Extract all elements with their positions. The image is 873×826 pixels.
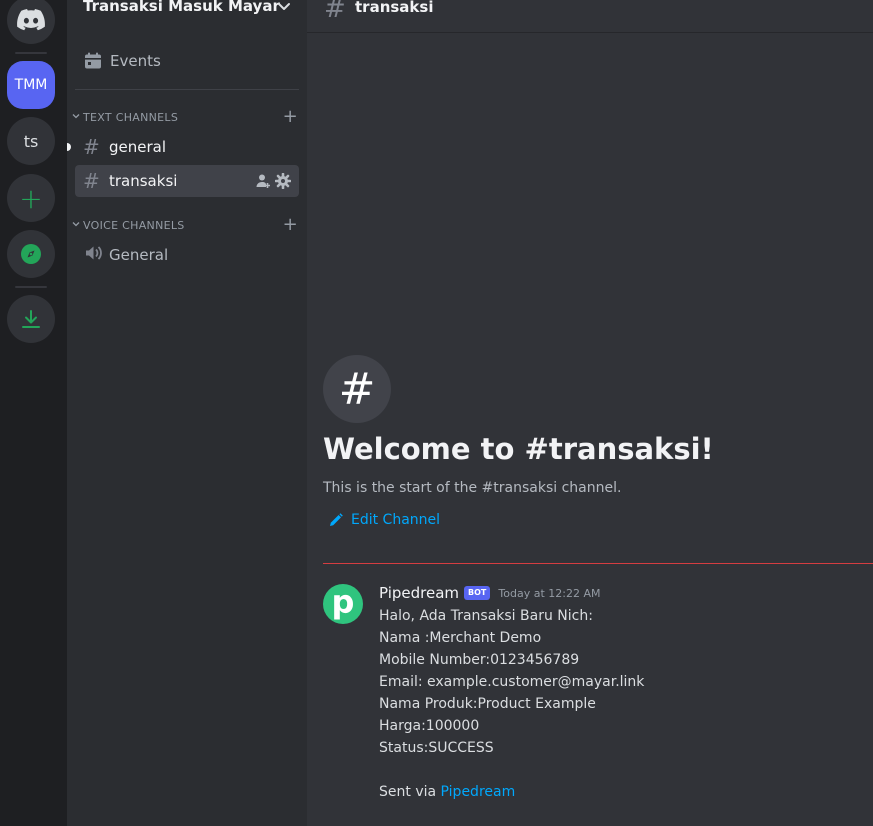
chevron-down-icon (278, 3, 290, 10)
sidebar-divider (75, 89, 299, 90)
plus-icon: + (19, 181, 43, 215)
hash-icon: # (324, 0, 346, 24)
message-line: Halo, Ada Transaksi Baru Nich: (379, 608, 593, 624)
message-line: Status:SUCCESS (379, 740, 494, 756)
channel-label: transaksi (109, 172, 178, 190)
sidebar-item-general[interactable]: # general (67, 131, 299, 163)
bot-badge: BOT (464, 586, 491, 600)
sidebar-item-voice-general[interactable]: General (75, 239, 299, 271)
message-line: Email: example.customer@mayar.link (379, 674, 645, 690)
speaker-icon (83, 243, 109, 268)
avatar[interactable]: p (323, 584, 363, 624)
footer-prefix: Sent via (379, 784, 441, 800)
category-voice-channels[interactable]: VOICE CHANNELS + (67, 216, 307, 234)
download-apps-button[interactable] (7, 295, 55, 343)
explore-servers-button[interactable] (7, 230, 55, 278)
channel-label: General (109, 246, 169, 264)
avatar-letter: p (331, 583, 355, 621)
server-icon-tmm[interactable]: TMM (7, 61, 55, 109)
channel-label: general (109, 138, 167, 156)
welcome-title: Welcome to #transaksi! (323, 432, 714, 466)
message-body: Halo, Ada Transaksi Baru Nich: Nama :Mer… (379, 605, 644, 759)
chat-area: # transaksi # Welcome to #transaksi! Thi… (307, 0, 873, 826)
channel-hash-badge: # (323, 355, 391, 423)
message-header: Pipedream BOT Today at 12:22 AM (379, 584, 600, 602)
hash-icon: # (83, 135, 100, 159)
rail-divider (15, 52, 47, 54)
server-header[interactable]: Transaksi Masuk Mayar (67, 0, 307, 20)
message-line: Harga:100000 (379, 718, 480, 734)
category-label: TEXT CHANNELS (83, 111, 179, 124)
server-rail: TMM ts + (0, 0, 67, 826)
hash-icon: # (338, 363, 376, 415)
server-name: Transaksi Masuk Mayar (83, 0, 280, 15)
compass-icon (21, 244, 41, 264)
server-icon-ts[interactable]: ts (7, 117, 55, 165)
channel-title: transaksi (355, 0, 434, 16)
invite-user-icon[interactable] (255, 173, 271, 189)
server-label: TMM (14, 77, 48, 93)
gear-icon[interactable] (275, 173, 291, 189)
download-icon (22, 310, 40, 328)
new-messages-divider (323, 563, 873, 564)
chevron-down-icon (72, 222, 80, 227)
edit-channel-link[interactable]: Edit Channel (329, 512, 440, 528)
events-label: Events (110, 52, 161, 70)
message-line: Nama :Merchant Demo (379, 630, 542, 646)
events-item[interactable]: Events (75, 45, 299, 77)
category-text-channels[interactable]: TEXT CHANNELS + (67, 108, 307, 126)
channel-header: # transaksi (307, 0, 873, 33)
add-server-button[interactable]: + (7, 174, 55, 222)
category-label: VOICE CHANNELS (83, 219, 185, 232)
channel-sidebar: Transaksi Masuk Mayar Events TEXT CHANNE… (67, 0, 307, 826)
hash-icon: # (83, 169, 100, 193)
message-footer: Sent via Pipedream (379, 781, 515, 803)
unread-indicator (67, 143, 71, 151)
pencil-icon (330, 513, 343, 526)
server-label: ts (23, 131, 39, 151)
discord-logo-icon (17, 9, 45, 31)
rail-divider (15, 286, 47, 288)
message-author[interactable]: Pipedream (379, 584, 459, 602)
message-timestamp: Today at 12:22 AM (498, 586, 601, 600)
sidebar-item-transaksi[interactable]: # transaksi (75, 165, 299, 197)
calendar-icon (84, 52, 102, 70)
message-line: Mobile Number:0123456789 (379, 652, 580, 668)
pipedream-link[interactable]: Pipedream (441, 784, 516, 800)
chevron-down-icon (72, 114, 80, 119)
create-channel-plus-icon[interactable]: + (283, 108, 298, 126)
create-channel-plus-icon[interactable]: + (283, 216, 298, 234)
home-button[interactable] (7, 0, 55, 44)
edit-channel-label: Edit Channel (351, 512, 441, 528)
welcome-subtitle: This is the start of the #transaksi chan… (323, 480, 622, 496)
message-line: Nama Produk:Product Example (379, 696, 596, 712)
